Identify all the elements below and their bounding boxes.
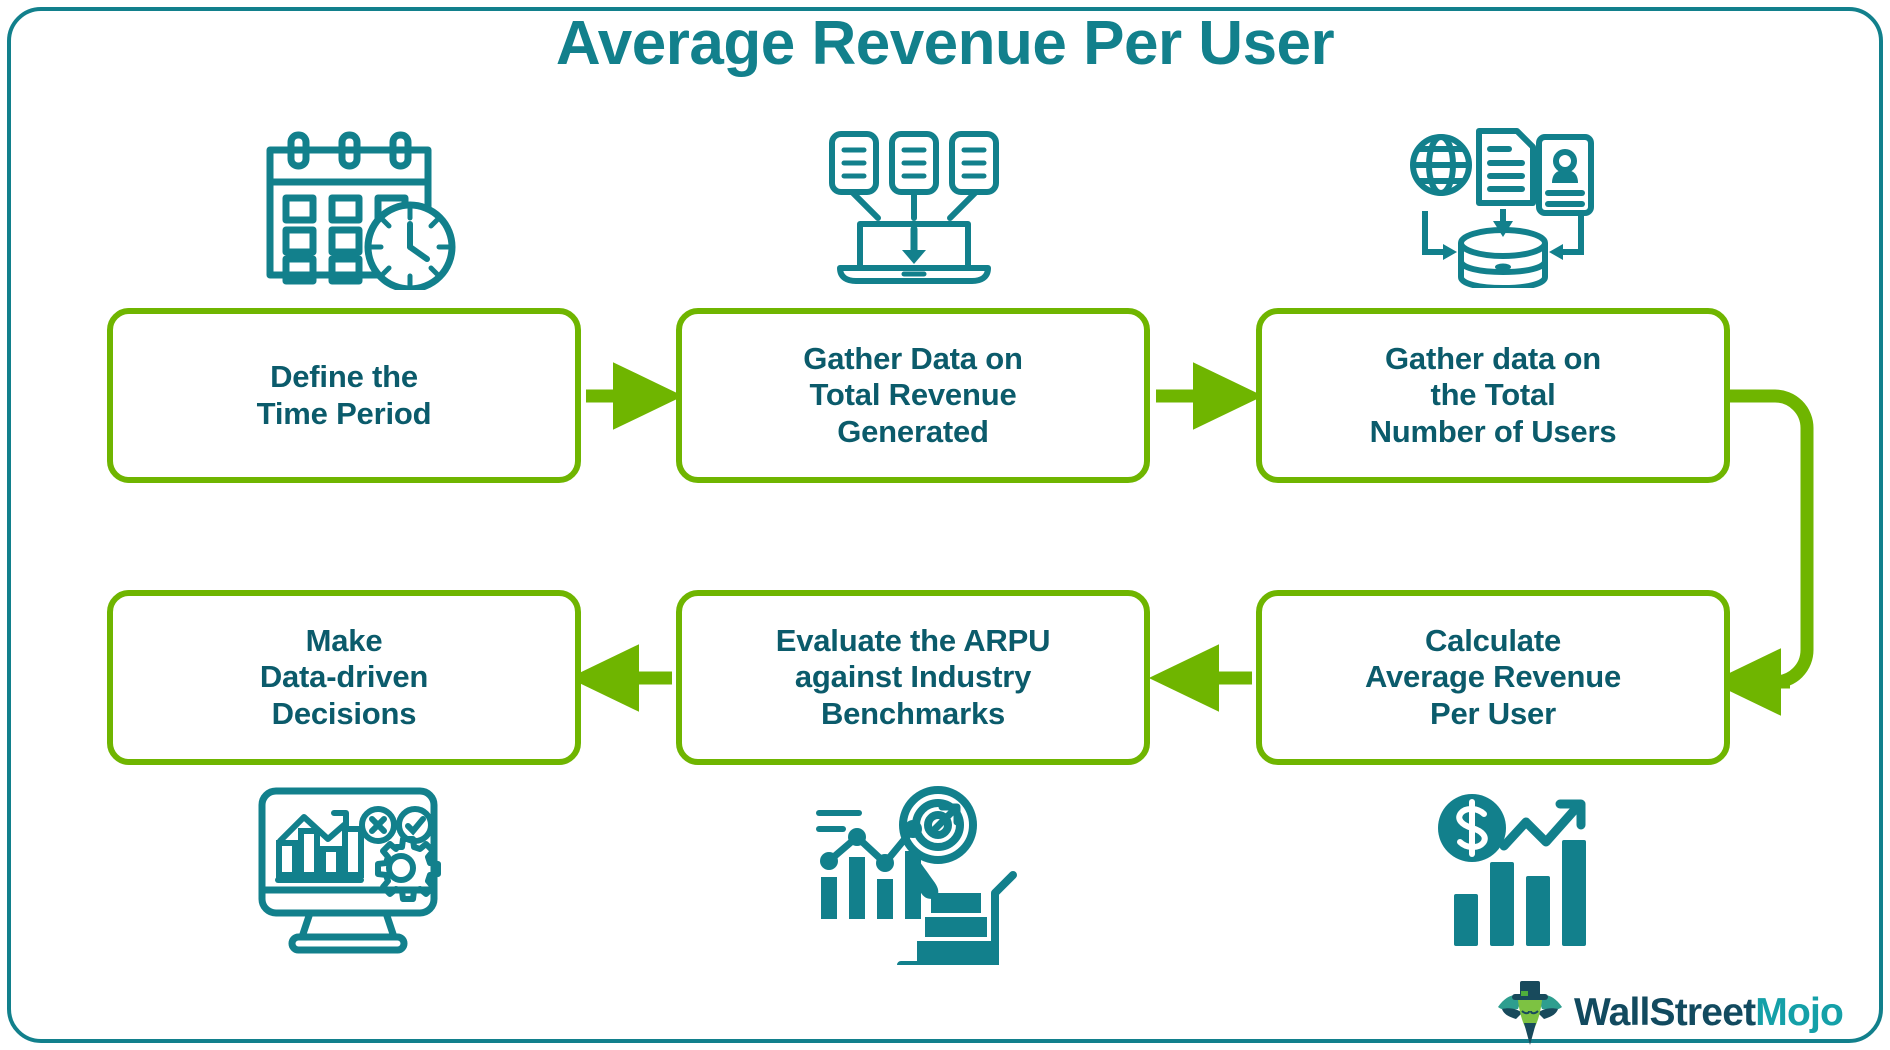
brand-name-accent: Mojo	[1755, 991, 1844, 1034]
step-label: Make Data-driven Decisions	[259, 622, 429, 731]
step-box-gather-revenue-data[interactable]: Gather Data on Total Revenue Generated	[676, 308, 1150, 483]
brand-name: WallStreetMojo	[1574, 991, 1844, 1035]
dollar-growth-chart-icon	[1428, 788, 1613, 956]
step-label: Evaluate the ARPU against Industry Bench…	[775, 622, 1051, 731]
monitor-dashboard-gear-icon	[248, 785, 448, 957]
data-sources-database-icon	[1405, 125, 1600, 291]
analytics-target-cart-icon	[805, 785, 1025, 999]
brand-logo[interactable]: WallStreetMojo	[1494, 978, 1864, 1048]
step-box-define-time-period[interactable]: Define the Time Period	[107, 308, 581, 483]
step-box-make-decisions[interactable]: Make Data-driven Decisions	[107, 590, 581, 765]
step-label: Define the Time Period	[256, 358, 432, 431]
step-label: Gather data on the Total Number of Users	[1369, 340, 1617, 449]
brand-name-primary: WallStreet	[1574, 991, 1756, 1034]
connector-step3-step4-loop	[1710, 389, 1814, 716]
documents-to-laptop-icon	[822, 128, 1007, 288]
step-label: Gather Data on Total Revenue Generated	[803, 340, 1023, 449]
crocodile-tophat-logo-icon	[1498, 981, 1562, 1045]
step-label: Calculate Average Revenue Per User	[1364, 622, 1622, 731]
infographic-canvas: Average Revenue Per User Define the Time…	[0, 0, 1890, 1050]
calendar-clock-icon	[250, 125, 470, 293]
step-box-calculate-arpu[interactable]: Calculate Average Revenue Per User	[1256, 590, 1730, 765]
step-box-evaluate-benchmarks[interactable]: Evaluate the ARPU against Industry Bench…	[676, 590, 1150, 765]
step-box-gather-user-count[interactable]: Gather data on the Total Number of Users	[1256, 308, 1730, 483]
